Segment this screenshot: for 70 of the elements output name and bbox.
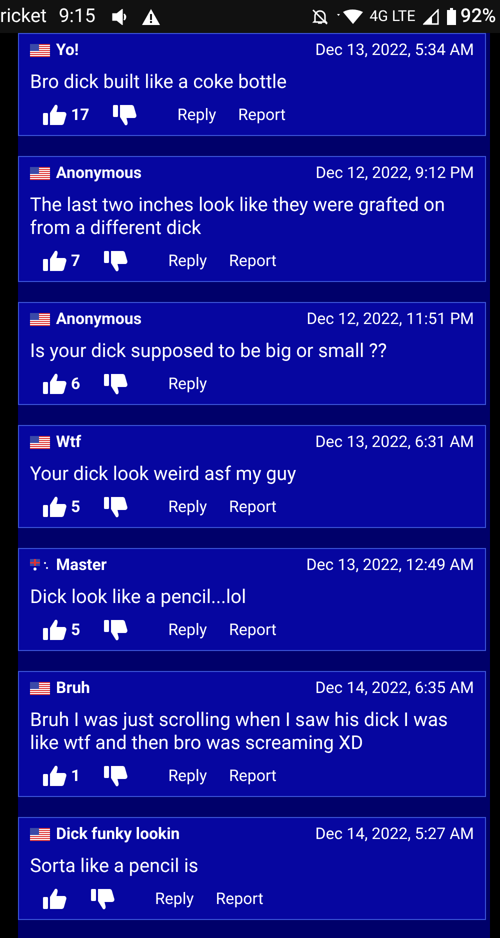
- report-button[interactable]: Report: [228, 249, 276, 273]
- thumbs-down-icon[interactable]: [104, 496, 128, 518]
- battery-icon: [447, 8, 456, 25]
- reply-button[interactable]: Reply: [155, 887, 194, 911]
- author-name: Master: [56, 554, 107, 576]
- report-button[interactable]: Report: [228, 618, 276, 642]
- like-count: 5: [71, 496, 80, 518]
- reply-button[interactable]: Reply: [168, 495, 207, 519]
- like-count: 7: [71, 250, 80, 272]
- comment-date: Dec 12, 2022, 11:51 PM: [306, 308, 474, 330]
- reply-button[interactable]: Reply: [168, 618, 207, 642]
- warning-icon: [141, 8, 162, 26]
- clock-text: 9:15: [58, 3, 96, 30]
- comment-date: Dec 12, 2022, 9:12 PM: [316, 162, 474, 184]
- report-button[interactable]: Report: [238, 103, 286, 127]
- thumbs-up-icon[interactable]: [43, 765, 67, 787]
- report-button[interactable]: Report: [228, 495, 276, 519]
- comment-date: Dec 13, 2022, 12:49 AM: [306, 554, 474, 576]
- report-button[interactable]: Report: [216, 887, 264, 911]
- thumbs-up-icon[interactable]: [43, 619, 67, 641]
- author-name: Anonymous: [56, 162, 142, 184]
- comment-date: Dec 13, 2022, 6:31 AM: [315, 431, 474, 453]
- like-count: 5: [71, 619, 80, 641]
- carrier-text: ricket: [0, 3, 47, 30]
- report-button[interactable]: Report: [228, 764, 276, 788]
- like-count: 1: [71, 765, 80, 787]
- comment-text: Bro dick built like a coke bottle: [30, 70, 288, 93]
- author-name: Bruh: [56, 677, 90, 699]
- flag-icon: [30, 436, 50, 448]
- flag-icon: [30, 44, 50, 56]
- reply-button[interactable]: Reply: [177, 103, 216, 127]
- thumbs-up-icon[interactable]: [43, 496, 67, 518]
- comment-text: Your dick look weird asf my guy: [30, 462, 298, 485]
- author-name: Wtf: [56, 431, 82, 453]
- comment-date: Dec 14, 2022, 6:35 AM: [315, 677, 474, 699]
- like-count: 17: [71, 104, 90, 126]
- thumbs-down-icon[interactable]: [104, 619, 128, 641]
- reply-button[interactable]: Reply: [168, 249, 207, 273]
- battery-text: 92%: [460, 3, 496, 30]
- author-name: Dick funky lookin: [56, 823, 180, 845]
- flag-icon: [30, 312, 50, 326]
- thumbs-down-icon[interactable]: [104, 765, 128, 787]
- author-name: Yo!: [56, 39, 79, 61]
- comment-text: Sorta like a pencil is: [30, 854, 200, 877]
- signal-icon: [423, 8, 440, 24]
- thumbs-up-icon[interactable]: [43, 104, 67, 126]
- thumbs-down-icon[interactable]: [104, 250, 128, 272]
- comment-date: Dec 13, 2022, 5:34 AM: [315, 39, 474, 61]
- flag-icon: [30, 828, 50, 840]
- flag-icon: [30, 682, 50, 694]
- thumbs-down-icon[interactable]: [104, 373, 128, 395]
- comment-text: Is your dick supposed to be big or small ??: [30, 339, 388, 362]
- notifications-off-icon: [311, 8, 330, 26]
- wifi-icon: [337, 8, 366, 24]
- flag-icon: [30, 558, 50, 572]
- like-count: 6: [71, 373, 80, 395]
- thumbs-up-icon[interactable]: [43, 373, 67, 395]
- thumbs-down-icon[interactable]: [91, 888, 115, 910]
- network-text: 4G LTE: [369, 6, 416, 28]
- comment-text: The last two inches look like they were grafted on from a different dick: [30, 193, 446, 239]
- comment-text: Bruh I was just scrolling when I saw his dick I was like wtf and then bro was screaming XD: [30, 708, 449, 754]
- flag-icon: [30, 166, 50, 180]
- comment-text: Dick look like a pencil...lol: [30, 585, 248, 608]
- thumbs-up-icon[interactable]: [43, 250, 67, 272]
- thumbs-down-icon[interactable]: [113, 104, 138, 126]
- reply-button[interactable]: Reply: [168, 764, 207, 788]
- author-name: Anonymous: [56, 308, 142, 330]
- comment-date: Dec 14, 2022, 5:27 AM: [315, 823, 474, 845]
- thumbs-up-icon[interactable]: [43, 888, 67, 910]
- reply-button[interactable]: Reply: [168, 372, 207, 396]
